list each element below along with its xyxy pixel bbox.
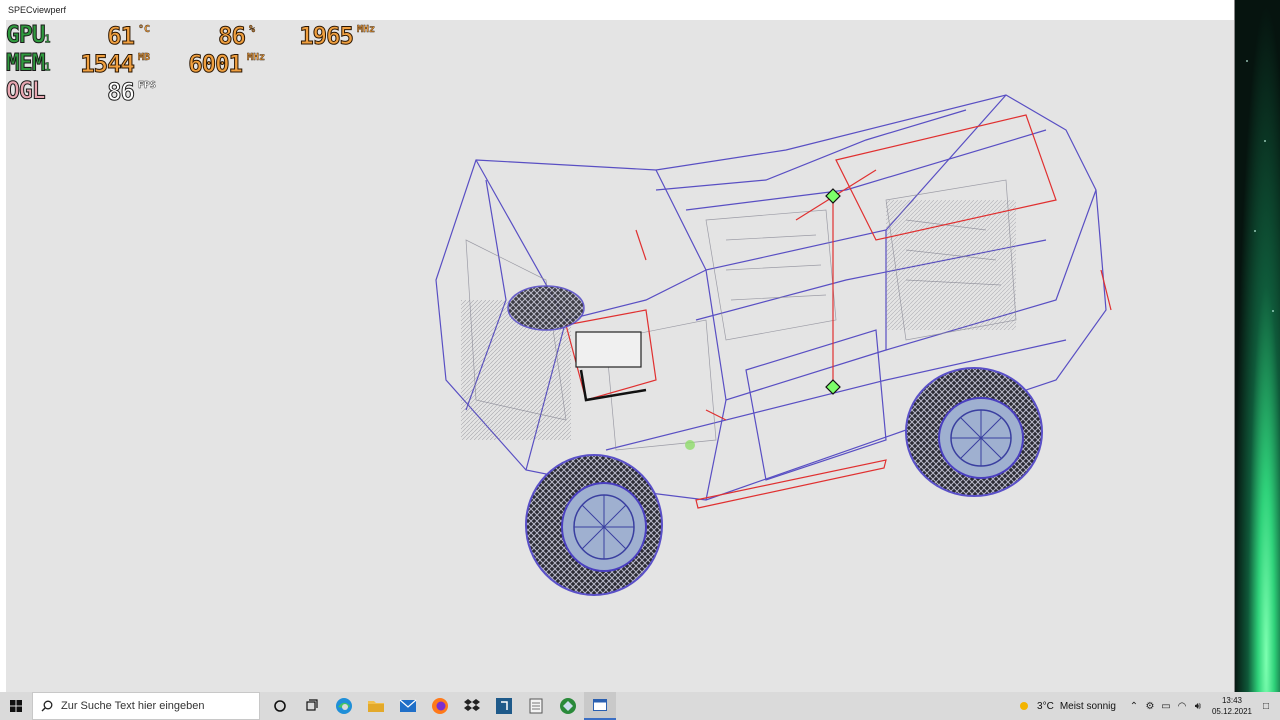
app-icon bbox=[496, 698, 512, 714]
taskbar-green-app[interactable] bbox=[552, 692, 584, 720]
clock-time: 13:43 bbox=[1221, 696, 1242, 705]
osd-gpu-clock-unit: MHz bbox=[357, 24, 376, 35]
cortana-icon bbox=[274, 700, 286, 712]
firefox-icon bbox=[432, 698, 448, 714]
task-view-icon bbox=[306, 699, 318, 711]
taskbar-blue-app[interactable] bbox=[488, 692, 520, 720]
osd-gpu-temp-unit: °C bbox=[138, 24, 151, 35]
osd-mem-label: MEM1 bbox=[6, 49, 51, 77]
app-green-icon bbox=[560, 698, 576, 714]
render-viewport[interactable] bbox=[6, 20, 1234, 692]
rear-wheel bbox=[905, 367, 1043, 497]
weather-widget[interactable]: 3°C Meist sonnig bbox=[1017, 699, 1116, 713]
osd-ogl-label: OGL bbox=[6, 77, 47, 105]
taskbar-clock[interactable]: 13:43 05.12.2021 bbox=[1212, 695, 1252, 717]
folder-icon bbox=[368, 701, 384, 712]
taskbar-search-box[interactable]: Zur Suche Text hier eingeben bbox=[32, 692, 260, 720]
sun-icon bbox=[1020, 702, 1029, 710]
taskbar-file-explorer[interactable] bbox=[360, 692, 392, 720]
osd-mem-used: 1544 bbox=[80, 50, 136, 79]
taskbar-dropbox[interactable] bbox=[456, 692, 488, 720]
search-placeholder: Zur Suche Text hier eingeben bbox=[61, 700, 205, 712]
edge-icon bbox=[336, 698, 352, 714]
speaker-icon[interactable]: 🔊︎ bbox=[1190, 692, 1206, 720]
clock-date: 05.12.2021 bbox=[1211, 707, 1252, 716]
osd-gpu-load: 86 bbox=[218, 22, 247, 51]
window-title: SPECviewperf bbox=[8, 5, 67, 15]
taskbar-edge[interactable] bbox=[328, 692, 360, 720]
window-app-icon bbox=[593, 699, 607, 711]
taskbar-notepad[interactable] bbox=[520, 692, 552, 720]
taskbar-mail[interactable] bbox=[392, 692, 424, 720]
osd-gpu-temp: 61 bbox=[107, 22, 136, 51]
cortana-button[interactable] bbox=[264, 692, 296, 720]
vehicle-wireframe-render bbox=[435, 94, 1112, 596]
osd-fps-value: 86 bbox=[107, 78, 136, 107]
desktop-wallpaper bbox=[1234, 0, 1280, 692]
mail-icon bbox=[399, 699, 417, 712]
specviewperf-window: SPECviewperf GPU1 61 °C 86 % 1965 MHz ME… bbox=[0, 0, 1234, 692]
taskbar-firefox[interactable] bbox=[424, 692, 456, 720]
task-view-button[interactable] bbox=[296, 692, 328, 720]
windows-taskbar: Zur Suche Text hier eingeben 3°C Meist s… bbox=[0, 692, 1280, 720]
wifi-icon[interactable]: ◠ bbox=[1174, 692, 1190, 720]
system-tray: 3°C Meist sonnig ⌃ ⚙ ▭ ◠ 🔊︎ 13:43 05.12.… bbox=[1017, 692, 1280, 720]
osd-gpu-label: GPU1 bbox=[6, 21, 51, 49]
weather-temp: 3°C bbox=[1037, 700, 1054, 712]
search-icon bbox=[41, 700, 53, 712]
osd-mem-used-unit: MB bbox=[138, 52, 151, 63]
tray-chevron-up-icon[interactable]: ⌃ bbox=[1126, 692, 1142, 720]
tray-settings-icon[interactable]: ⚙ bbox=[1142, 692, 1158, 720]
osd-mem-clock-unit: MHz bbox=[247, 52, 266, 63]
osd-gpu-load-unit: % bbox=[249, 24, 256, 35]
start-button[interactable] bbox=[0, 692, 32, 720]
tray-battery-icon[interactable]: ▭ bbox=[1158, 692, 1174, 720]
window-titlebar[interactable]: SPECviewperf bbox=[0, 0, 1234, 21]
notification-icon[interactable]: □ bbox=[1258, 692, 1274, 720]
windows-logo-icon bbox=[10, 700, 22, 712]
notepad-icon bbox=[529, 698, 543, 714]
osd-fps-unit: FPS bbox=[138, 80, 157, 91]
osd-mem-clock: 6001 bbox=[188, 50, 244, 79]
weather-text: Meist sonnig bbox=[1059, 700, 1116, 712]
taskbar-specviewperf[interactable] bbox=[584, 692, 616, 720]
front-wheel bbox=[525, 454, 663, 596]
dropbox-icon bbox=[464, 699, 480, 711]
osd-gpu-clock: 1965 bbox=[299, 22, 355, 51]
